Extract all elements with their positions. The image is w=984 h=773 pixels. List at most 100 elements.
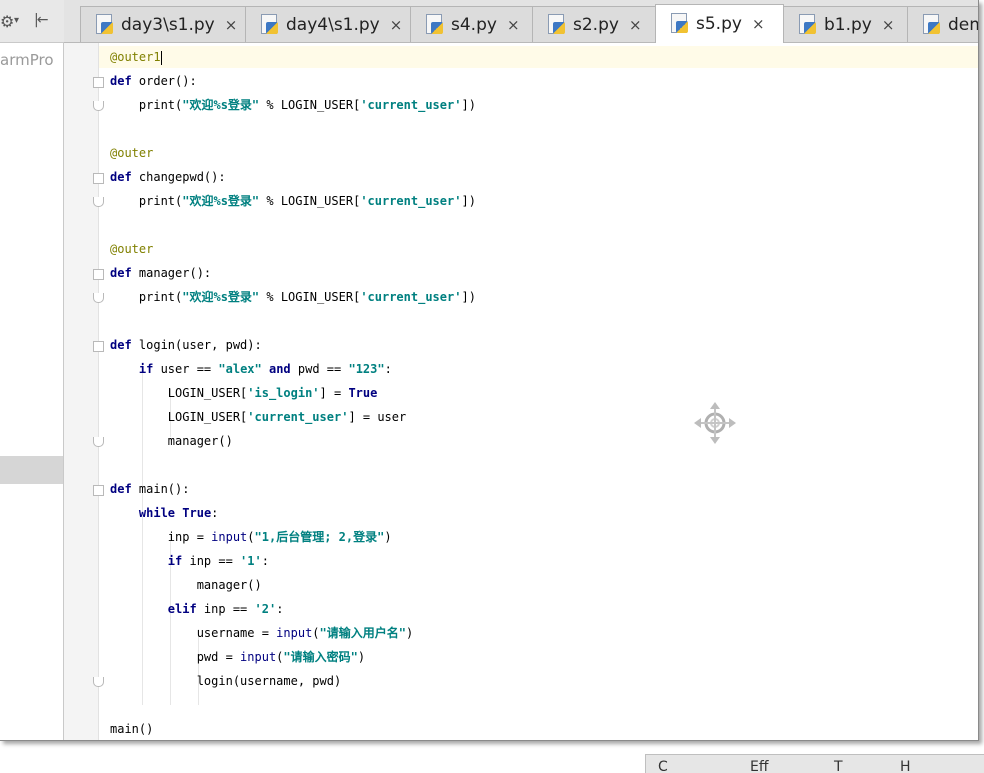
menu-item[interactable]: T [834,759,843,773]
code-line[interactable]: inp = input("1,后台管理; 2,登录") [110,526,392,548]
close-icon[interactable]: × [390,16,403,34]
code-token: @outer [110,146,154,160]
tab-day3-s1-py[interactable]: day3\s1.py × [80,6,246,42]
code-token: : [211,506,219,520]
code-line[interactable]: print("欢迎%s登录" % LOGIN_USER['current_use… [110,286,476,308]
code-line[interactable]: print("欢迎%s登录" % LOGIN_USER['current_use… [110,94,476,116]
close-icon[interactable]: × [507,16,520,34]
fold-end-marker[interactable] [93,293,104,303]
code-token: '1' [240,554,262,568]
code-token: "欢迎%s登录" [182,98,260,112]
code-line[interactable]: while True: [110,502,219,524]
ide-window: ⚙ ▾ |← armPro day3\s1.py × day4\s1.py × s4.p… [0,0,979,741]
code-token: ) [357,650,366,664]
code-line[interactable]: if inp == '1': [110,550,269,572]
code-token: def [110,338,132,352]
chevron-down-icon[interactable]: ▾ [14,15,19,26]
menu-item[interactable]: C [658,759,668,773]
code-token: manager(): [131,266,212,280]
context-menu-bar: C Eff T H [645,754,984,773]
fold-marker[interactable] [93,485,104,496]
tab-b1-py[interactable]: b1.py × [783,6,908,42]
gear-icon[interactable]: ⚙ [0,12,14,31]
code-line[interactable]: main() [110,718,153,740]
code-line[interactable]: manager() [110,430,233,452]
code-token: % LOGIN_USER[ [259,290,361,304]
code-token: login(username, pwd) [110,674,342,688]
code-line[interactable]: @outer [110,142,153,164]
tab-dem[interactable]: dem [907,6,978,42]
tab-label: s4.py [451,14,497,35]
code-line[interactable]: def changepwd(): [110,166,226,188]
code-token: def [110,170,132,184]
fold-end-marker[interactable] [93,101,104,111]
code-token: LOGIN_USER[ [110,410,248,424]
close-icon[interactable]: × [752,15,765,33]
close-icon[interactable]: × [882,16,895,34]
code-token: print( [110,290,183,304]
editor-gutter [64,43,99,740]
code-line[interactable]: @outer [110,238,153,260]
code-token: ] = [319,386,349,400]
hide-panel-icon[interactable]: |← [34,12,49,28]
code-token: ]) [461,290,476,304]
fold-end-marker[interactable] [93,437,104,447]
menu-item[interactable]: Eff [750,759,769,773]
tab-s4-py[interactable]: s4.py × [410,6,533,42]
code-line[interactable]: print("欢迎%s登录" % LOGIN_USER['current_use… [110,190,476,212]
code-line[interactable]: elif inp == '2': [110,598,284,620]
code-token: @outer1 [110,50,161,64]
close-icon[interactable]: × [629,16,642,34]
code-editor[interactable]: @outer1 def order(): print("欢迎%s登录" % LOG… [64,43,978,740]
code-line[interactable]: def order(): [110,70,197,92]
code-line[interactable]: LOGIN_USER['is_login'] = True [110,382,378,404]
code-token: def [110,266,132,280]
code-token: 'current_user' [360,290,462,304]
code-line[interactable]: pwd = input("请输入密码") [110,646,365,668]
code-token: '2' [254,602,277,616]
tab-label: dem [948,14,978,35]
code-token: print( [110,98,183,112]
fold-marker[interactable] [93,77,104,88]
tab-s2-py[interactable]: s2.py × [532,6,656,42]
code-token: "欢迎%s登录" [182,194,260,208]
fold-end-marker[interactable] [93,197,104,207]
code-token: "欢迎%s登录" [182,290,260,304]
code-token: login(user, pwd): [131,338,262,352]
code-token: user == [153,362,219,376]
project-name[interactable]: armPro [0,51,54,69]
fold-marker[interactable] [93,341,104,352]
code-line[interactable]: def main(): [110,478,189,500]
close-icon[interactable]: × [225,16,238,34]
code-line[interactable]: login(username, pwd) [110,670,342,692]
tab-label: s2.py [573,14,619,35]
code-token: % LOGIN_USER[ [259,98,361,112]
tab-label: b1.py [824,14,872,35]
code-line[interactable]: if user == "alex" and pwd == "123": [110,358,392,380]
project-selected-row[interactable] [0,456,63,484]
code-line[interactable]: manager() [110,574,262,596]
code-line[interactable]: @outer1 [110,46,162,68]
code-token: @outer [110,242,154,256]
code-line[interactable]: def login(user, pwd): [110,334,262,356]
code-token: main(): [131,482,190,496]
code-token: while [138,506,176,520]
tab-day4-s1-py[interactable]: day4\s1.py × [245,6,411,42]
move-cursor-icon [694,402,736,444]
code-line[interactable]: LOGIN_USER['current_user'] = user [110,406,406,428]
code-token: "请输入密码" [283,650,358,664]
python-file-icon [95,13,113,36]
code-line[interactable]: def manager(): [110,262,211,284]
python-file-icon [425,13,443,36]
fold-marker[interactable] [93,269,104,280]
code-line[interactable]: username = input("请输入用户名") [110,622,414,644]
fold-marker[interactable] [93,173,104,184]
tab-s5-py[interactable]: s5.py × [655,4,784,43]
code-token: pwd = [110,650,241,664]
code-token: input [276,626,313,640]
menu-item[interactable]: H [900,759,911,773]
text-cursor [160,50,162,65]
fold-end-marker[interactable] [93,677,104,687]
